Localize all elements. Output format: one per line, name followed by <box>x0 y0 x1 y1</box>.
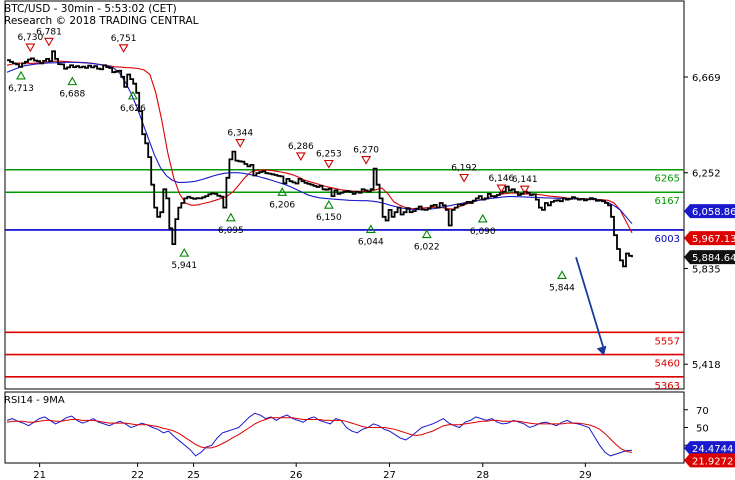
chart-title: BTC/USD - 30min - 5:53:02 (CET) <box>4 3 177 15</box>
low-marker-label: 5,941 <box>171 261 197 271</box>
high-marker-label: 6,344 <box>227 129 253 139</box>
high-marker-label: 6,141 <box>512 175 538 185</box>
level-label-6265: 6265 <box>655 174 680 185</box>
low-marker-label: 6,626 <box>120 104 146 114</box>
x-tick-label: 22 <box>131 470 144 480</box>
price-tag-label-ma_fast: 5,967.13 <box>692 234 735 245</box>
high-marker-label: 6,270 <box>353 146 379 156</box>
low-marker-label: 6,044 <box>358 237 384 247</box>
price-y-tick-label: 6,252 <box>692 169 721 180</box>
high-marker-label: 6,751 <box>111 34 137 44</box>
low-marker-label: 6,206 <box>269 200 295 210</box>
x-tick-label: 21 <box>33 470 46 480</box>
x-tick-label: 29 <box>579 470 592 480</box>
price-y-tick-label: 6,669 <box>692 73 721 84</box>
high-marker-label: 6,192 <box>451 164 477 174</box>
price-tag-label-ma_slow: 6,058.86 <box>692 207 735 218</box>
copyright-label: Research © 2018 TRADING CENTRAL <box>4 15 199 27</box>
low-marker-label: 6,688 <box>59 90 85 100</box>
price-y-tick-label: 5,418 <box>692 360 721 371</box>
low-marker-label: 6,150 <box>316 213 342 223</box>
level-label-6003: 6003 <box>655 234 680 245</box>
rsi-title: RSI14 - 9MA <box>4 395 65 406</box>
chart-canvas: 626561676003555754605363 6,7306,7816,751… <box>0 0 735 480</box>
x-tick-label: 27 <box>383 470 396 480</box>
level-label-5557: 5557 <box>655 336 680 347</box>
level-label-5460: 5460 <box>655 359 680 370</box>
price-tag-label-last: 5,884.64 <box>692 253 735 264</box>
level-label-5363: 5363 <box>655 381 680 392</box>
high-marker-label: 6,286 <box>288 142 314 152</box>
price-y-tick-label: 5,835 <box>692 264 721 275</box>
rsi-panel-frame <box>4 391 685 464</box>
rsi-tag-label-rsi_ma: 21.9272 <box>692 456 733 467</box>
high-marker-label: 6,253 <box>316 150 342 160</box>
x-tick-label: 25 <box>187 470 200 480</box>
high-marker-label: 6,781 <box>36 27 62 37</box>
rsi-y-tick-label: 50 <box>696 424 709 435</box>
level-label-6167: 6167 <box>655 196 680 207</box>
high-marker-label: 6,146 <box>489 174 515 184</box>
low-marker-label: 6,713 <box>8 84 34 94</box>
x-tick-label: 26 <box>290 470 303 480</box>
price-panel-frame <box>4 0 685 390</box>
low-marker-label: 6,090 <box>470 227 496 237</box>
low-marker-label: 6,022 <box>414 243 440 253</box>
low-marker-label: 6,095 <box>218 226 244 236</box>
rsi-y-tick-label: 70 <box>696 406 709 417</box>
x-tick-label: 28 <box>476 470 489 480</box>
low-marker-label: 5,844 <box>549 283 575 293</box>
